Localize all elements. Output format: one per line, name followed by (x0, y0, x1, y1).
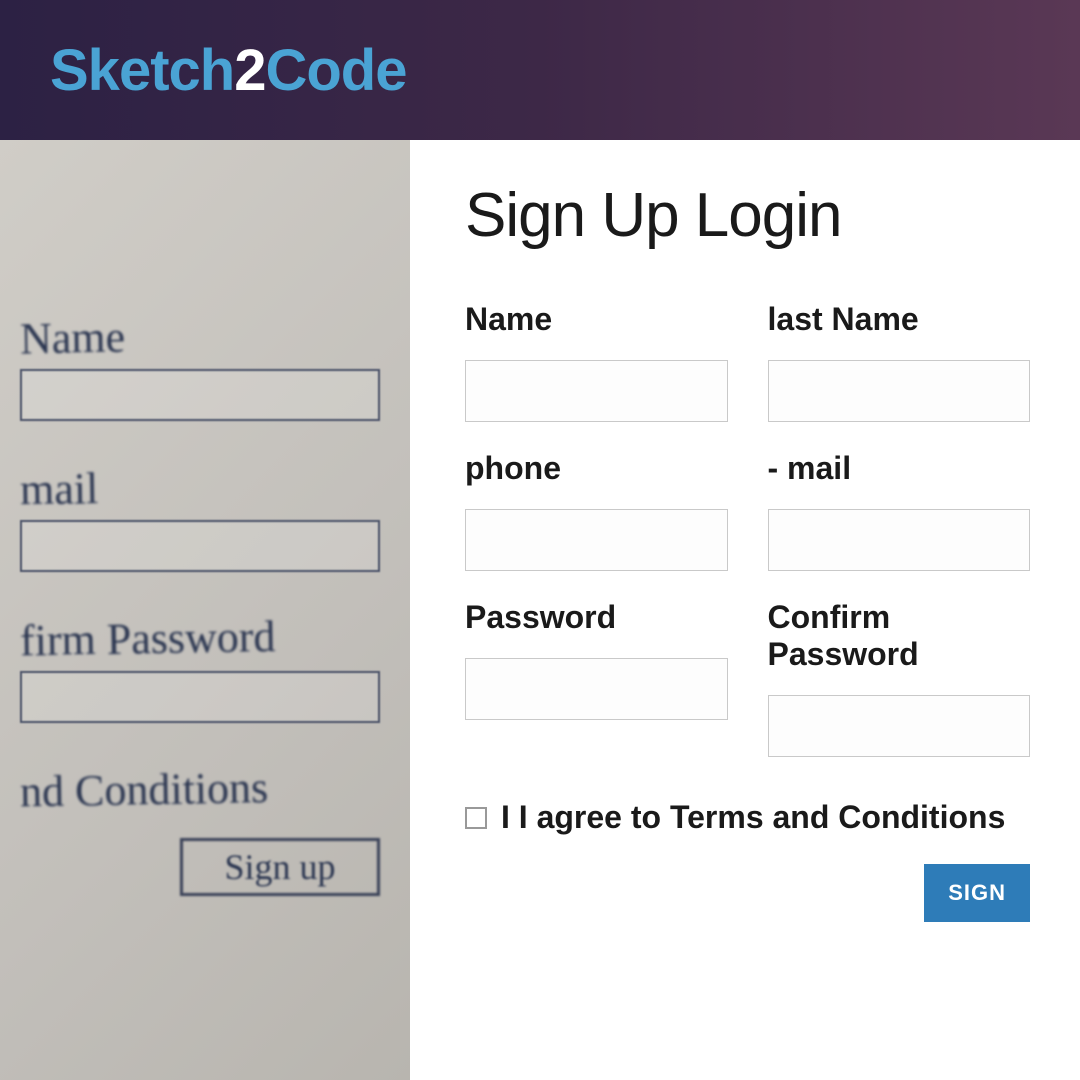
sketch-label-conditions: nd Conditions (20, 760, 410, 818)
form-title: Sign Up Login (465, 180, 1030, 251)
logo-text-code: Code (265, 38, 406, 103)
sketch-label-name: Name (20, 307, 410, 365)
field-name: Name (465, 301, 728, 422)
sketch-signup-button-label: Sign up (224, 846, 335, 888)
password-input[interactable] (465, 658, 728, 720)
generated-form-panel: Sign Up Login Name last Name phone - mai… (410, 140, 1080, 1080)
form-grid: Name last Name phone - mail Password Con (465, 301, 1030, 757)
sketch-input-box (20, 520, 380, 572)
terms-checkbox[interactable] (465, 807, 487, 829)
lastname-input[interactable] (768, 360, 1031, 422)
app-logo: Sketch2Code (50, 37, 406, 104)
sketch-label-confirm-password: firm Password (20, 609, 410, 667)
sketch-input-box (20, 369, 380, 421)
field-phone: phone (465, 450, 728, 571)
app-header: Sketch2Code (0, 0, 1080, 140)
main-content: Name mail firm Password nd Conditions Si… (0, 140, 1080, 1080)
confirm-password-label: Confirm Password (768, 599, 1031, 673)
mail-label: - mail (768, 450, 1031, 487)
confirm-password-input[interactable] (768, 695, 1031, 757)
mail-input[interactable] (768, 509, 1031, 571)
sketch-signup-button: Sign up (180, 838, 380, 896)
field-lastname: last Name (768, 301, 1031, 422)
name-label: Name (465, 301, 728, 338)
password-label: Password (465, 599, 728, 636)
button-row: SIGN (465, 864, 1030, 922)
field-password: Password (465, 599, 728, 757)
lastname-label: last Name (768, 301, 1031, 338)
logo-text-sketch: Sketch (50, 38, 234, 103)
terms-row: I I agree to Terms and Conditions (465, 799, 1030, 836)
phone-input[interactable] (465, 509, 728, 571)
phone-label: phone (465, 450, 728, 487)
signup-button[interactable]: SIGN (924, 864, 1030, 922)
terms-label: I I agree to Terms and Conditions (501, 799, 1005, 836)
logo-text-2: 2 (234, 38, 265, 103)
field-mail: - mail (768, 450, 1031, 571)
sketch-input-box (20, 671, 380, 723)
sketch-photo-panel: Name mail firm Password nd Conditions Si… (0, 140, 410, 1080)
sketch-label-mail: mail (20, 458, 410, 516)
name-input[interactable] (465, 360, 728, 422)
field-confirm-password: Confirm Password (768, 599, 1031, 757)
